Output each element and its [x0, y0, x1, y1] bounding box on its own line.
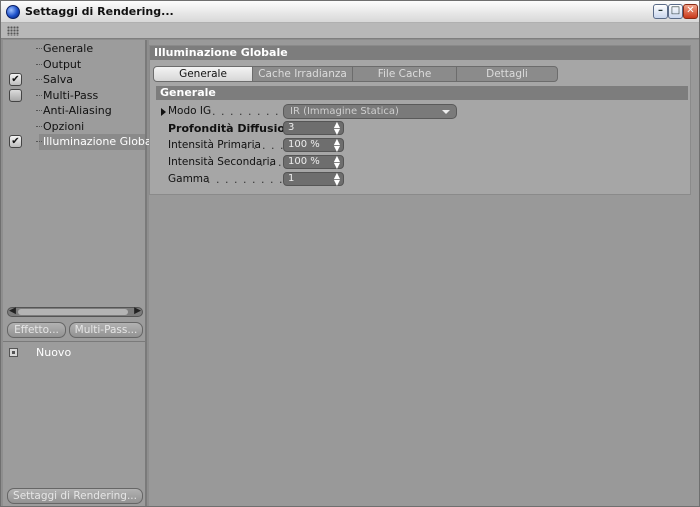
- spinner-arrows-icon[interactable]: ▲ ▼: [334, 121, 340, 136]
- grip-handle-icon[interactable]: [7, 26, 19, 36]
- effetto-button[interactable]: Effetto...: [7, 322, 66, 338]
- cinema4d-app-icon: [6, 5, 20, 19]
- settings-sidebar: Generale Output ✔ Salva Multi-Pass Anti-…: [3, 40, 161, 506]
- expand-triangle-icon[interactable]: [161, 108, 166, 116]
- gamma-label: Gamma: [168, 173, 210, 185]
- label-leader-dots: . . .: [260, 156, 283, 169]
- settings-nav-list: Generale Output ✔ Salva Multi-Pass Anti-…: [3, 40, 161, 305]
- scroll-left-arrow-icon[interactable]: ◀: [9, 306, 16, 316]
- global-illumination-section: Illuminazione Globale Generale Cache Irr…: [149, 45, 691, 195]
- window-title: Settaggi di Rendering...: [25, 5, 174, 18]
- tree-connector: [36, 125, 42, 127]
- title-bar[interactable]: Settaggi di Rendering... – □ ✕: [1, 1, 699, 23]
- sidebar-item-anti-aliasing[interactable]: Anti-Aliasing: [3, 103, 145, 119]
- tab-generale[interactable]: Generale: [154, 67, 253, 81]
- render-preset-icon: [9, 348, 18, 357]
- settings-content-panel: Illuminazione Globale Generale Cache Irr…: [149, 40, 699, 506]
- tree-connector: [36, 94, 42, 96]
- tree-connector: [36, 79, 42, 80]
- scroll-right-arrow-icon[interactable]: ▶: [134, 306, 141, 316]
- preset-label: Nuovo: [36, 346, 72, 359]
- gamma-row: Gamma . . . . . . . . . . . . . . . 1 ▲ ▼: [160, 172, 460, 187]
- tab-bar: Generale Cache Irradianza File Cache Irr…: [153, 66, 558, 82]
- spinner-arrows-icon[interactable]: ▲ ▼: [334, 138, 340, 153]
- intensita-primaria-row: Intensità Primaria . . . . . . 100 % ▲ ▼: [160, 138, 460, 153]
- modo-ig-row: Modo IG . . . . . . . . . . . . . IR (Im…: [160, 104, 460, 119]
- sidebar-item-output[interactable]: Output: [3, 57, 145, 73]
- spinner-value: 1: [288, 173, 295, 184]
- tree-connector: [36, 110, 42, 111]
- sidebar-item-label: Output: [43, 57, 82, 71]
- checkbox-unchecked-icon[interactable]: [9, 88, 22, 102]
- render-settings-button[interactable]: Settaggi di Rendering...: [7, 488, 143, 504]
- gamma-input[interactable]: 1 ▲ ▼: [283, 172, 344, 187]
- chevron-down-icon: [442, 110, 450, 114]
- scrollbar-thumb[interactable]: [18, 309, 128, 315]
- spinner-arrows-icon[interactable]: ▲ ▼: [334, 155, 340, 170]
- sidebar-item-label: Opzioni: [43, 119, 85, 133]
- sidebar-item-label: Multi-Pass: [43, 88, 99, 102]
- sidebar-item-generale[interactable]: Generale: [3, 41, 145, 57]
- sidebar-horizontal-scrollbar[interactable]: ◀ ▶: [7, 306, 143, 317]
- spinner-value: 100 %: [288, 139, 320, 150]
- intensita-secondaria-row: Intensità Secondaria . . . 100 % ▲ ▼: [160, 155, 460, 170]
- spinner-value: 100 %: [288, 156, 320, 167]
- render-settings-window: Settaggi di Rendering... – □ ✕ Generale …: [0, 0, 700, 507]
- intensita-secondaria-input[interactable]: 100 % ▲ ▼: [283, 155, 344, 170]
- tab-cache-irradianza[interactable]: Cache Irradianza: [253, 67, 353, 81]
- sidebar-item-label: Illuminazione Globale: [43, 135, 162, 148]
- dropdown-value: IR (Immagine Statica): [290, 106, 399, 117]
- preset-item-nuovo[interactable]: Nuovo: [3, 344, 145, 362]
- tree-connector: [36, 63, 42, 65]
- minimize-button[interactable]: –: [653, 4, 668, 19]
- sidebar-item-opzioni[interactable]: Opzioni: [3, 119, 145, 135]
- modo-ig-label: Modo IG: [168, 105, 212, 117]
- spinner-arrows-icon[interactable]: ▲ ▼: [334, 172, 340, 187]
- tree-connector: [36, 48, 42, 49]
- sidebar-item-salva[interactable]: ✔ Salva: [3, 72, 145, 88]
- profondita-diffusione-label: Profondità Diffusione: [168, 122, 301, 135]
- sidebar-item-illuminazione-globale[interactable]: ✔ Illuminazione Globale: [3, 134, 161, 150]
- sidebar-item-label: Salva: [43, 73, 74, 86]
- maximize-button[interactable]: □: [668, 4, 683, 19]
- modo-ig-dropdown[interactable]: IR (Immagine Statica): [283, 104, 457, 119]
- profondita-diffusione-row: Profondità Diffusione 3 ▲ ▼: [160, 121, 460, 136]
- sidebar-item-multi-pass[interactable]: Multi-Pass: [3, 88, 145, 104]
- tab-dettagli[interactable]: Dettagli: [457, 67, 557, 81]
- checkbox-checked-icon[interactable]: ✔: [9, 135, 22, 148]
- intensita-primaria-input[interactable]: 100 % ▲ ▼: [283, 138, 344, 153]
- close-button[interactable]: ✕: [683, 4, 698, 19]
- divider: [3, 341, 145, 342]
- group-title: Generale: [156, 86, 688, 100]
- tree-connector: [36, 141, 42, 142]
- multi-pass-button[interactable]: Multi-Pass...: [69, 322, 143, 338]
- sidebar-item-label: Anti-Aliasing: [43, 104, 112, 117]
- checkbox-checked-icon[interactable]: ✔: [9, 73, 22, 86]
- toolbar: [1, 23, 699, 39]
- spinner-value: 3: [288, 122, 295, 133]
- section-title: Illuminazione Globale: [150, 46, 690, 60]
- sidebar-item-label: Generale: [43, 42, 94, 55]
- profondita-diffusione-input[interactable]: 3 ▲ ▼: [283, 121, 344, 136]
- tab-file-cache-irradianza[interactable]: File Cache Irradianza: [353, 67, 457, 81]
